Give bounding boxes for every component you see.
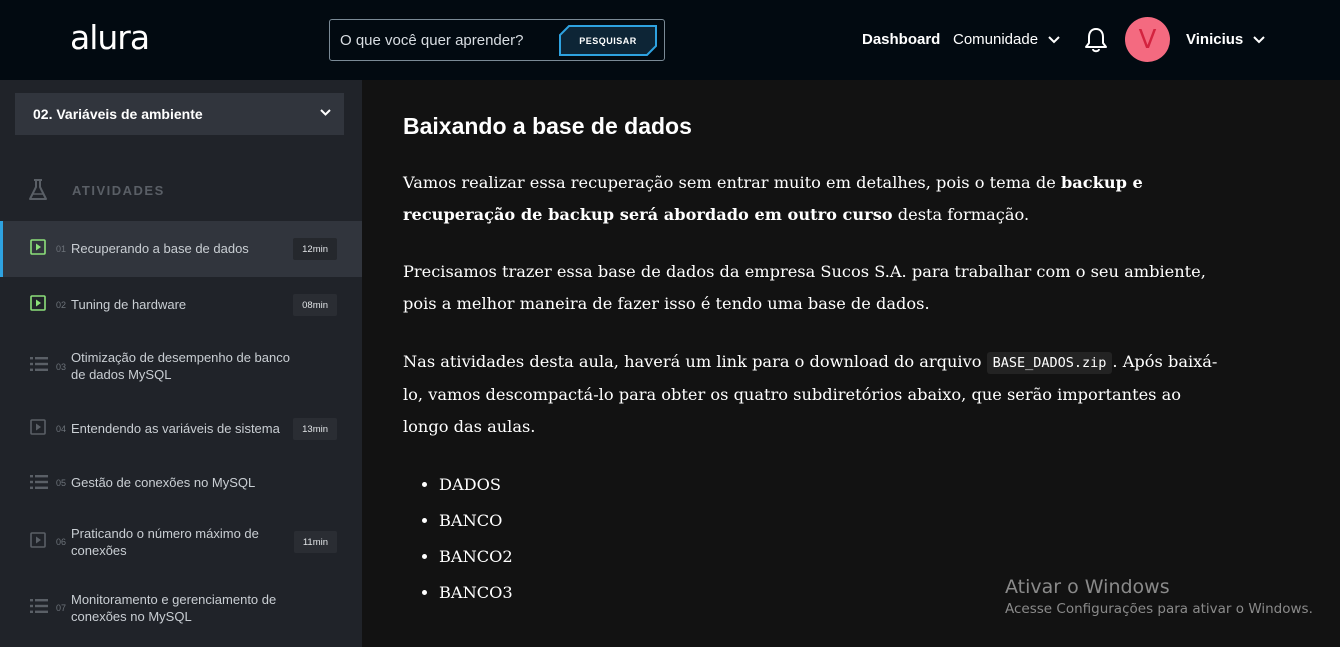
windows-watermark-title: Ativar o Windows [1005,576,1170,598]
video-icon [30,419,46,435]
nav-comunidade-label: Comunidade [953,31,1039,48]
activity-number: 01 [56,244,67,254]
activity-item-05[interactable]: 05 Gestão de conexões no MySQL [0,458,362,508]
activity-label: Otimização de desempenho de banco de dad… [71,350,290,382]
paragraph-1: Vamos realizar essa recuperação sem entr… [403,167,1223,231]
activity-item-06[interactable]: 06 Praticando o número máximo de conexõe… [0,508,362,575]
user-menu[interactable]: Vinicius [1186,31,1265,48]
lesson-title: Baixando a base de dados [403,113,692,139]
chevron-down-icon [320,109,331,116]
inline-code: BASE_DADOS.zip [986,352,1113,374]
activity-duration: 11min [293,531,337,553]
section-selector-label: 02. Variáveis de ambiente [33,106,203,122]
flask-icon [29,179,47,200]
list-item: DADOS [439,472,513,508]
activity-label: Tuning de hardware [71,297,187,312]
list-item: BANCO [439,508,513,544]
activity-label: Recuperando a base de dados [71,241,249,256]
video-done-icon [30,239,46,255]
activity-label: Entendendo as variáveis de sistema [71,421,280,436]
video-icon [30,532,46,548]
list-icon [30,599,48,613]
activity-item-07[interactable]: 07 Monitoramento e gerenciamento de cone… [0,575,362,641]
activity-duration: 12min [293,238,337,260]
activity-label: Gestão de conexões no MySQL [71,475,256,490]
search-bar: PESQUISAR [329,19,665,61]
activities-heading: ATIVIDADES [28,178,165,202]
chevron-down-icon [1253,35,1265,43]
search-button-label: PESQUISAR [579,35,637,46]
nav-dashboard-link[interactable]: Dashboard [862,31,940,48]
activity-number: 02 [56,300,67,310]
list-icon [30,357,48,371]
paragraph-2: Precisamos trazer essa base de dados da … [403,262,1206,313]
windows-watermark-subtitle: Acesse Configurações para ativar o Windo… [1005,601,1313,617]
paragraph-1-end: desta formação. [892,205,1030,224]
subdirectory-list: DADOS BANCO BANCO2 BANCO3 [439,472,513,616]
alura-logo[interactable]: alura [70,18,150,57]
activity-number: 07 [56,603,67,613]
video-done-icon [30,295,46,311]
activity-item-03[interactable]: 03 Otimização de desempenho de banco de … [0,333,362,398]
activity-item-02[interactable]: 02 Tuning de hardware 08min [0,277,362,333]
search-input[interactable] [340,30,550,50]
active-indicator [0,221,3,277]
activity-label: Praticando o número máximo de conexões [71,526,259,558]
activity-item-04[interactable]: 04 Entendendo as variáveis de sistema 13… [0,398,362,458]
search-button[interactable]: PESQUISAR [559,25,657,56]
activity-number: 05 [56,478,67,488]
user-name-label: Vinicius [1186,31,1244,48]
nav-comunidade-dropdown[interactable]: Comunidade [953,31,1060,48]
activity-number: 04 [56,424,67,434]
activity-duration: 13min [293,418,337,440]
course-sidebar: 02. Variáveis de ambiente ATIVIDADES 01 … [0,80,362,647]
list-icon [30,475,48,489]
lesson-content: Baixando a base de dados Vamos realizar … [362,80,1340,647]
activity-number: 03 [56,362,67,372]
activity-item-01[interactable]: 01 Recuperando a base de dados 12min [0,221,362,277]
bell-icon[interactable] [1084,26,1108,59]
avatar[interactable]: V [1125,17,1170,62]
activity-label: Monitoramento e gerenciamento de conexõe… [71,592,277,624]
activity-number: 06 [56,537,67,547]
paragraph-3: Nas atividades desta aula, haverá um lin… [403,346,1223,443]
list-item: BANCO3 [439,580,513,616]
top-header: alura PESQUISAR Dashboard Comunidade V V… [0,0,1340,80]
activities-label: ATIVIDADES [72,182,165,198]
paragraph-1-text: Vamos realizar essa recuperação sem entr… [403,173,1061,192]
section-selector[interactable]: 02. Variáveis de ambiente [15,93,344,135]
chevron-down-icon [1048,35,1060,43]
paragraph-3-text: Nas atividades desta aula, haverá um lin… [403,352,987,371]
activity-duration: 08min [293,294,337,316]
list-item: BANCO2 [439,544,513,580]
